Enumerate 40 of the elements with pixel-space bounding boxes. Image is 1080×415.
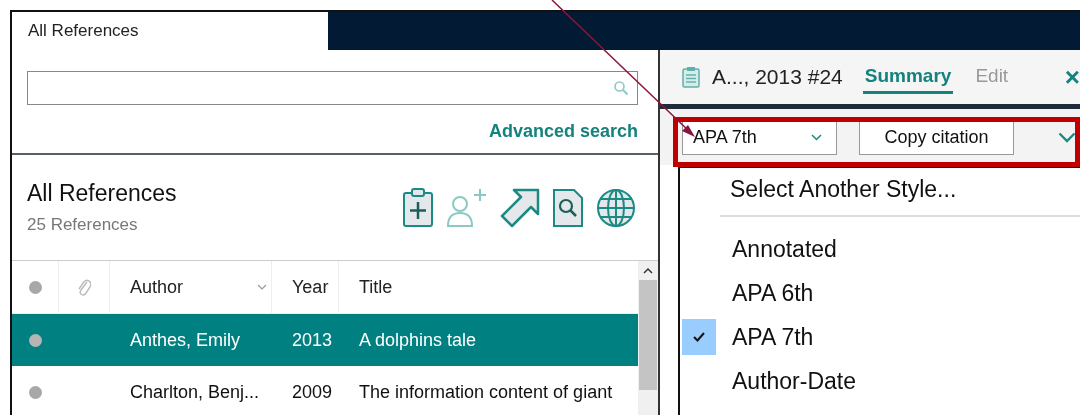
menu-item[interactable]: Author-Date: [680, 359, 1080, 403]
menu-item[interactable]: Annotated: [680, 227, 1080, 271]
paperclip-icon: [77, 277, 91, 297]
read-status-icon: [28, 280, 42, 294]
document-search-icon[interactable]: [552, 187, 584, 228]
check-mark: [682, 319, 716, 355]
clipboard-plus-icon[interactable]: [402, 187, 434, 228]
caret-icon: [257, 284, 267, 290]
search-icon: [613, 80, 629, 96]
menu-item[interactable]: Select Another Style...: [680, 168, 1080, 215]
advanced-search-link[interactable]: Advanced search: [488, 121, 638, 142]
reference-title: A..., 2013 #24: [712, 65, 843, 89]
library-tab[interactable]: All References: [12, 12, 328, 50]
globe-icon[interactable]: [596, 187, 636, 228]
panel-tab[interactable]: Summary: [862, 60, 954, 94]
column-header[interactable]: Author: [110, 261, 272, 313]
column-header[interactable]: Title: [339, 261, 638, 313]
table-cell-text: A dolphins tale: [358, 329, 478, 351]
reference-row[interactable]: Charlton, Benj... 2009 The information content of giant: [12, 366, 638, 415]
table-cell-text: Charlton, Benj...: [129, 381, 261, 403]
close-button[interactable]: ×: [1064, 61, 1080, 93]
table-cell-text: 2013: [291, 329, 334, 351]
menu-item[interactable]: APA 6th: [680, 271, 1080, 315]
reference-count: 25 References: [27, 215, 139, 235]
menu-item[interactable]: APA 7th: [680, 315, 1080, 359]
scroll-up-icon[interactable]: [643, 267, 653, 274]
caret-icon: [811, 133, 822, 141]
column-header[interactable]: Year: [272, 261, 339, 313]
table-cell-text: Anthes, Emily: [129, 329, 242, 351]
scrollbar[interactable]: [638, 261, 658, 415]
table-cell-text: The information content of giant: [358, 381, 614, 403]
clipboard-icon: [682, 66, 700, 88]
reference-row[interactable]: Anthes, Emily 2013 A dolphins tale: [12, 314, 638, 366]
diagonal-arrow-icon[interactable]: [500, 187, 540, 228]
table-cell-text: 2009: [291, 381, 334, 403]
read-status-icon: [29, 385, 42, 399]
library-title: All References: [27, 180, 177, 207]
read-status-icon: [29, 333, 42, 347]
search-field[interactable]: [27, 71, 638, 105]
chevron-down-icon[interactable]: [1058, 131, 1076, 143]
